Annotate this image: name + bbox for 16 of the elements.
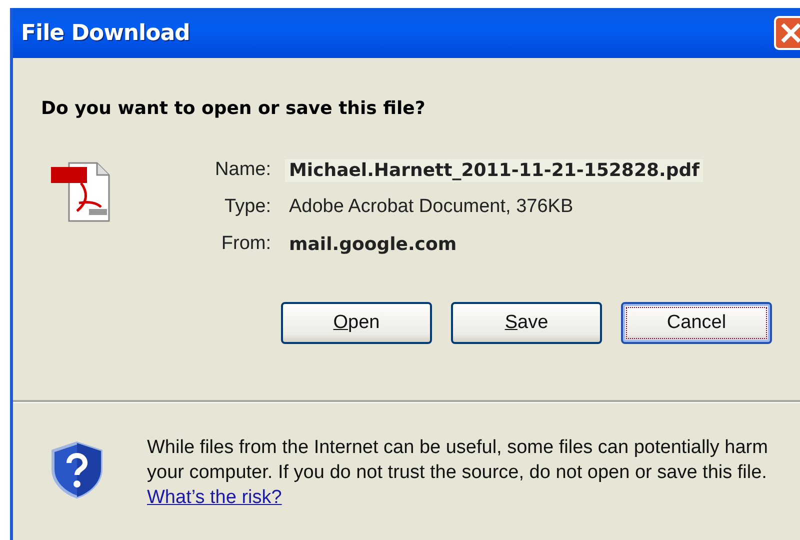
field-label: Name: bbox=[214, 159, 271, 181]
field-label: Type: bbox=[224, 196, 271, 218]
dialog-button[interactable]: Cancel bbox=[621, 302, 772, 344]
close-button[interactable] bbox=[774, 16, 800, 50]
field-value: mail.google.com bbox=[288, 232, 458, 256]
dialog-button[interactable]: Open bbox=[281, 302, 432, 344]
field-value: Adobe Acrobat Document, 376KB bbox=[288, 195, 574, 219]
question-heading: Do you want to open or save this file? bbox=[41, 98, 426, 119]
dialog-button[interactable]: Save bbox=[451, 302, 602, 344]
field-label: From: bbox=[220, 233, 271, 255]
risk-link[interactable]: What’s the risk? bbox=[147, 487, 282, 508]
window-title: File Download bbox=[21, 20, 190, 46]
close-icon bbox=[780, 22, 800, 44]
warning-text: While files from the Internet can be useful, some files can potentially harm your computer. If you do not trust the source, do not open or save this file. What’s the risk? bbox=[147, 436, 769, 510]
field-value: Michael.Harnett_2011-11-21-152828.pdf bbox=[285, 158, 704, 182]
shield-question-icon bbox=[49, 441, 105, 499]
